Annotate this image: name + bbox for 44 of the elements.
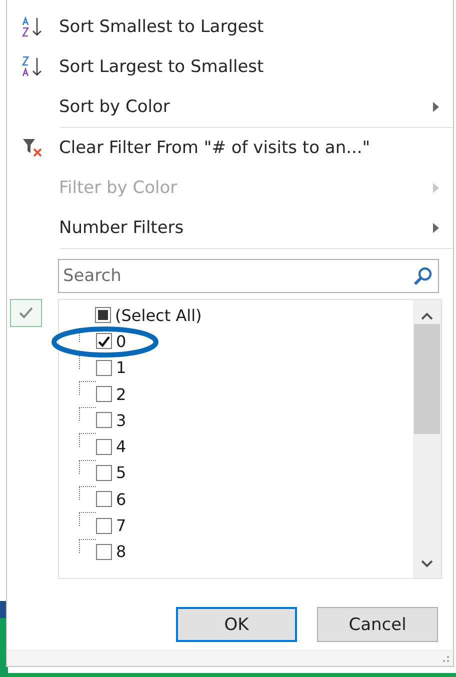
list-item[interactable]: 5: [59, 460, 413, 486]
scroll-up-icon[interactable]: [421, 312, 433, 320]
value-label: 6: [116, 490, 126, 509]
checkbox[interactable]: [96, 491, 112, 508]
checkbox[interactable]: [96, 386, 112, 402]
list-item[interactable]: 0: [59, 328, 413, 355]
value-label: 0: [116, 332, 126, 351]
checkbox[interactable]: [96, 360, 112, 376]
value-label: 7: [116, 516, 126, 536]
scroll-down-icon[interactable]: [421, 560, 433, 568]
list-item[interactable]: 8: [59, 538, 413, 565]
checkbox[interactable]: [96, 464, 112, 481]
menu-item[interactable]: Clear Filter From "# of visits to an...": [7, 128, 453, 168]
scrollbar[interactable]: [413, 300, 441, 578]
list-item[interactable]: 1: [59, 354, 413, 381]
list-item[interactable]: 7: [59, 512, 413, 539]
list-item[interactable]: 4: [59, 433, 413, 460]
checkbox[interactable]: [95, 307, 111, 324]
value-label: 3: [116, 410, 126, 430]
checkbox[interactable]: [96, 438, 112, 455]
value-label: (Select All): [115, 306, 202, 325]
value-label: 4: [116, 437, 126, 456]
search-field[interactable]: Search: [58, 259, 439, 293]
menu-item[interactable]: Sort by Color: [7, 87, 453, 127]
search-icon[interactable]: [413, 266, 433, 286]
menu-item[interactable]: Sort Smallest to Largest: [7, 7, 453, 47]
checkbox[interactable]: [96, 518, 112, 534]
cancel-button[interactable]: Cancel: [317, 607, 438, 642]
checkbox[interactable]: [96, 412, 112, 428]
value-label: 8: [116, 542, 126, 562]
resize-grip-icon[interactable]: [442, 654, 450, 662]
ok-button[interactable]: OK: [176, 607, 297, 642]
checkbox[interactable]: [96, 544, 112, 560]
list-item[interactable]: (Select All): [59, 302, 413, 328]
menu-item[interactable]: Sort Largest to Smallest: [7, 47, 453, 87]
value-label: 5: [116, 463, 126, 482]
value-label: 1: [116, 358, 126, 378]
list-item[interactable]: 6: [59, 486, 413, 512]
value-label: 2: [116, 384, 126, 404]
menu-item[interactable]: Number Filters: [7, 208, 453, 248]
confirm-check-icon: [10, 299, 42, 327]
checkbox[interactable]: [96, 333, 112, 350]
list-item[interactable]: 3: [59, 407, 413, 434]
list-item[interactable]: 2: [59, 380, 413, 408]
